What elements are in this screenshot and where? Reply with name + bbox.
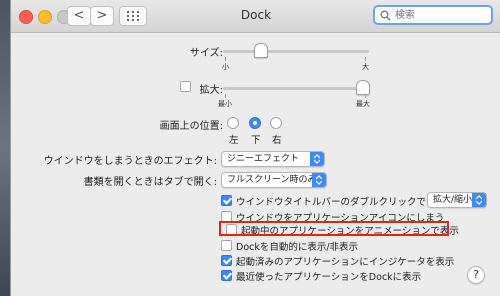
position-left-label: 左	[229, 135, 239, 146]
size-max-label: 大	[362, 63, 369, 71]
double-click-value: 拡大/縮小	[433, 195, 473, 205]
tabs-open-label: 書類を開くときはタブで開く:	[83, 177, 217, 188]
position-right-label: 右	[272, 135, 282, 146]
highlight-annotation	[219, 221, 449, 236]
magnification-slider-thumb[interactable]	[356, 80, 370, 95]
minimize-effect-value: ジニーエフェクト	[227, 154, 300, 164]
search-field[interactable]	[373, 5, 493, 25]
search-icon	[380, 10, 391, 21]
search-input[interactable]	[395, 8, 485, 22]
position-left-radio[interactable]	[227, 117, 239, 129]
position-bottom-label: 下	[251, 135, 261, 146]
magnification-max-label: 最大	[356, 100, 370, 108]
autohide-dock-label: Dockを自動的に表示/非表示	[236, 242, 359, 253]
double-click-label: ウインドウタイトルバーのダブルクリックで	[236, 197, 427, 208]
size-tick-min	[225, 57, 226, 61]
tabs-open-value: フルスクリーン時のみ	[227, 175, 317, 185]
magnification-label: 拡大:	[199, 85, 223, 96]
size-slider-thumb[interactable]	[254, 43, 268, 58]
dock-preferences-window: < > Dock サイズ: 小 大	[10, 0, 500, 296]
show-indicators-checkbox[interactable]	[221, 255, 232, 266]
position-right-radio[interactable]	[270, 117, 282, 129]
show-recent-apps-label: 最近使ったアプリケーションをDockに表示	[236, 272, 422, 283]
titlebar: < > Dock	[11, 0, 500, 33]
size-slider-track[interactable]	[223, 50, 369, 53]
popup-arrows-icon	[310, 152, 324, 166]
mag-tick-max	[365, 94, 366, 98]
magnification-checkbox[interactable]	[180, 81, 191, 92]
double-click-popup[interactable]: 拡大/縮小	[427, 192, 487, 208]
tabs-open-popup[interactable]: フルスクリーン時のみ	[221, 172, 327, 188]
size-label: サイズ:	[189, 48, 223, 59]
help-icon: ?	[473, 268, 479, 281]
minimize-effect-popup[interactable]: ジニーエフェクト	[221, 151, 325, 167]
mag-tick-min	[225, 94, 226, 98]
popup-arrows-icon	[472, 193, 486, 207]
show-indicators-label: 起動済みのアプリケーションにインジケータを表示	[236, 257, 455, 268]
double-click-checkbox[interactable]	[221, 195, 232, 206]
show-recent-apps-checkbox[interactable]	[221, 270, 232, 281]
autohide-dock-checkbox[interactable]	[221, 240, 232, 251]
size-min-label: 小	[222, 63, 229, 71]
help-button[interactable]: ?	[467, 266, 485, 284]
magnification-min-label: 最小	[218, 100, 232, 108]
minimize-effect-label: ウインドウをしまうときのエフェクト:	[43, 156, 217, 167]
size-tick-max	[365, 57, 366, 61]
position-label: 画面上の位置:	[159, 121, 223, 132]
position-bottom-radio[interactable]	[249, 117, 261, 129]
popup-arrows-icon	[312, 173, 326, 187]
magnification-slider-track[interactable]	[223, 87, 369, 90]
